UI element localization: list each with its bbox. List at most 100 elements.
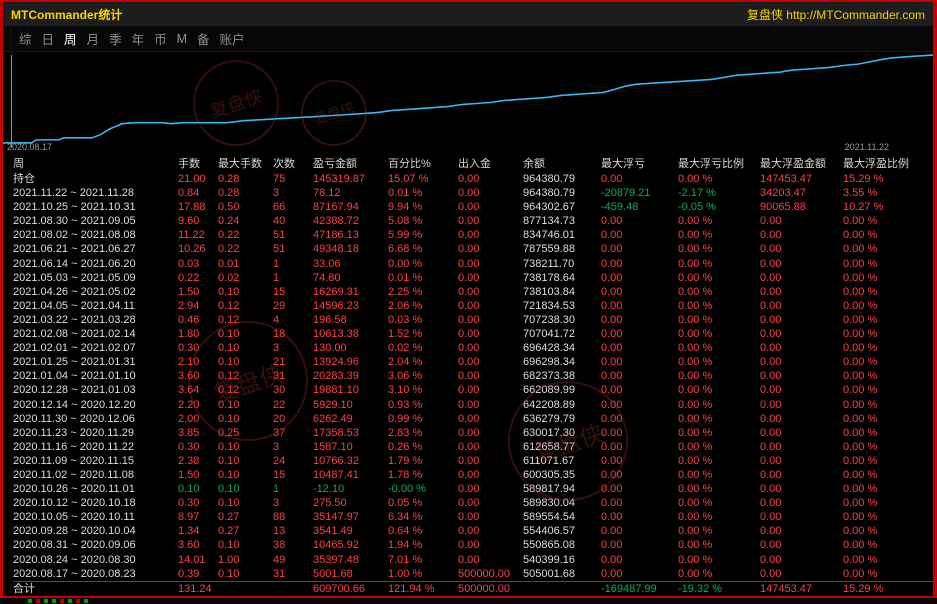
cell: 17358.53 (313, 426, 388, 440)
table-row[interactable]: 2020.10.26 ~ 2020.11.010.100.101-12.10-0… (13, 482, 933, 496)
cell: 0.10 (218, 327, 273, 341)
cell: 0.00 (760, 313, 843, 327)
cell: 14.01 (178, 553, 218, 567)
cell: 0.00 % (678, 341, 760, 355)
table-row[interactable]: 2021.06.14 ~ 2021.06.200.030.01133.060.0… (13, 257, 933, 271)
column-header[interactable]: 最大浮盈金额 (760, 157, 843, 172)
cell: 2021.04.05 ~ 2021.04.11 (13, 299, 178, 313)
table-row[interactable]: 2021.05.03 ~ 2021.05.090.220.02174.800.0… (13, 271, 933, 285)
cell: 0.28 (218, 172, 273, 186)
table-row[interactable]: 2021.08.30 ~ 2021.09.059.600.244042388.7… (13, 214, 933, 228)
cell: 2.20 (178, 398, 218, 412)
cell: 1 (273, 257, 313, 271)
menu-item-备[interactable]: 备 (197, 29, 210, 48)
cell: 611071.67 (523, 454, 601, 468)
cell: 0.00 (458, 271, 523, 285)
cell: 2020.09.28 ~ 2020.10.04 (13, 524, 178, 538)
table-row[interactable]: 2020.08.17 ~ 2020.08.230.390.10315001.68… (13, 567, 933, 581)
cell: 0.05 % (388, 496, 458, 510)
cell: 500000.00 (458, 567, 523, 581)
cell (218, 582, 273, 596)
cell: 1 (273, 271, 313, 285)
cell: 0.10 (218, 468, 273, 482)
cell: 609700.66 (313, 582, 388, 596)
title-bar[interactable]: MTCommander统计 复盘侠 http://MTCommander.com (3, 2, 933, 26)
menu-item-季[interactable]: 季 (109, 29, 122, 48)
column-header[interactable]: 余额 (523, 157, 601, 172)
cell: 707041.72 (523, 327, 601, 341)
cell: 0.10 (218, 482, 273, 496)
table-row[interactable]: 2020.10.05 ~ 2020.10.118.970.278835147.9… (13, 510, 933, 524)
table-row[interactable]: 2020.10.12 ~ 2020.10.180.300.103275.500.… (13, 496, 933, 510)
table-row[interactable]: 2020.12.28 ~ 2021.01.033.640.123019881.1… (13, 383, 933, 397)
column-header[interactable]: 盈亏金额 (313, 157, 388, 172)
table-row[interactable]: 2020.11.09 ~ 2020.11.152.380.102410766.3… (13, 454, 933, 468)
menu-item-综[interactable]: 综 (19, 29, 32, 48)
cell: 0.00 (760, 299, 843, 313)
table-row[interactable]: 2020.08.24 ~ 2020.08.3014.011.004935397.… (13, 553, 933, 567)
column-header[interactable]: 出入金 (458, 157, 523, 172)
table-row[interactable]: 2021.02.01 ~ 2021.02.070.300.103130.000.… (13, 341, 933, 355)
table-row[interactable]: 2021.10.25 ~ 2021.10.3117.880.506687167.… (13, 200, 933, 214)
table-row[interactable]: 2021.01.04 ~ 2021.01.103.600.123120283.3… (13, 369, 933, 383)
table-total-row[interactable]: 合计131.24609700.66121.94 %500000.00-16948… (13, 581, 933, 596)
table-row[interactable]: 2020.11.23 ~ 2020.11.293.850.253717358.5… (13, 426, 933, 440)
cell: 0.00 (601, 299, 678, 313)
cell: 0.00 (458, 341, 523, 355)
menu-item-日[interactable]: 日 (42, 29, 55, 48)
column-header[interactable]: 手数 (178, 157, 218, 172)
menu-item-币[interactable]: 币 (154, 29, 167, 48)
menu-item-年[interactable]: 年 (132, 29, 145, 48)
cell: -19.32 % (678, 582, 760, 596)
cell: 6.68 % (388, 242, 458, 256)
cell: 0.00 % (678, 355, 760, 369)
column-header[interactable]: 次数 (273, 157, 313, 172)
column-header[interactable]: 周 (13, 157, 178, 172)
table-row[interactable]: 2020.12.14 ~ 2020.12.202.200.10225929.10… (13, 398, 933, 412)
cell: 2021.06.14 ~ 2021.06.20 (13, 257, 178, 271)
cell: 0.00 (601, 214, 678, 228)
table-row[interactable]: 2021.01.25 ~ 2021.01.312.100.102113924.9… (13, 355, 933, 369)
menu-item-月[interactable]: 月 (87, 29, 100, 48)
table-row[interactable]: 2021.06.21 ~ 2021.06.2710.260.225149348.… (13, 242, 933, 256)
table-row[interactable]: 2021.04.05 ~ 2021.04.112.940.122914596.2… (13, 299, 933, 313)
table-row[interactable]: 2021.02.08 ~ 2021.02.141.800.101810613.3… (13, 327, 933, 341)
table-row[interactable]: 2020.11.16 ~ 2020.11.220.300.1031587.100… (13, 440, 933, 454)
cell: 9.94 % (388, 200, 458, 214)
table-row[interactable]: 2021.03.22 ~ 2021.03.280.460.124196.580.… (13, 313, 933, 327)
cell: 15 (273, 468, 313, 482)
cell: 0.22 (178, 271, 218, 285)
equity-curve-line (3, 55, 933, 143)
table-row[interactable]: 2020.11.30 ~ 2020.12.062.000.10206262.49… (13, 412, 933, 426)
column-header[interactable]: 百分比% (388, 157, 458, 172)
table-row[interactable]: 持仓21.000.2875145319.8715.07 %0.00964380.… (13, 172, 933, 186)
column-header[interactable]: 最大浮亏比例 (678, 157, 760, 172)
menu-item-周[interactable]: 周 (64, 29, 77, 48)
brand-link[interactable]: 复盘侠 http://MTCommander.com (747, 6, 925, 23)
column-header[interactable]: 最大手数 (218, 157, 273, 172)
cell: 0.10 (218, 440, 273, 454)
column-header[interactable]: 最大浮盈比例 (843, 157, 933, 172)
table-row[interactable]: 2020.11.02 ~ 2020.11.081.500.101510487.4… (13, 468, 933, 482)
column-header[interactable]: 最大浮亏 (601, 157, 678, 172)
cell: 2.25 % (388, 285, 458, 299)
cell: 3 (273, 496, 313, 510)
table-row[interactable]: 2020.09.28 ~ 2020.10.041.340.27133541.49… (13, 524, 933, 538)
cell: 40 (273, 214, 313, 228)
table-row[interactable]: 2021.08.02 ~ 2021.08.0811.220.225147186.… (13, 228, 933, 242)
cell: 90065.88 (760, 200, 843, 214)
cell: 0.00 % (678, 313, 760, 327)
cell: 0.00 (458, 524, 523, 538)
cell: 0.00 (760, 440, 843, 454)
cell: 0.00 (760, 383, 843, 397)
menu-item-M[interactable]: M (177, 32, 187, 46)
cell: 1.79 % (388, 454, 458, 468)
table-row[interactable]: 2020.08.31 ~ 2020.09.063.600.103810465.9… (13, 538, 933, 552)
cell: 11.22 (178, 228, 218, 242)
menu-item-账户[interactable]: 账户 (220, 29, 245, 48)
table-row[interactable]: 2021.04.26 ~ 2021.05.021.500.101516269.3… (13, 285, 933, 299)
cell: 0.00 % (678, 538, 760, 552)
cell: 88 (273, 510, 313, 524)
table-row[interactable]: 2021.11.22 ~ 2021.11.280.840.28378.120.0… (13, 186, 933, 200)
cell: 16269.31 (313, 285, 388, 299)
